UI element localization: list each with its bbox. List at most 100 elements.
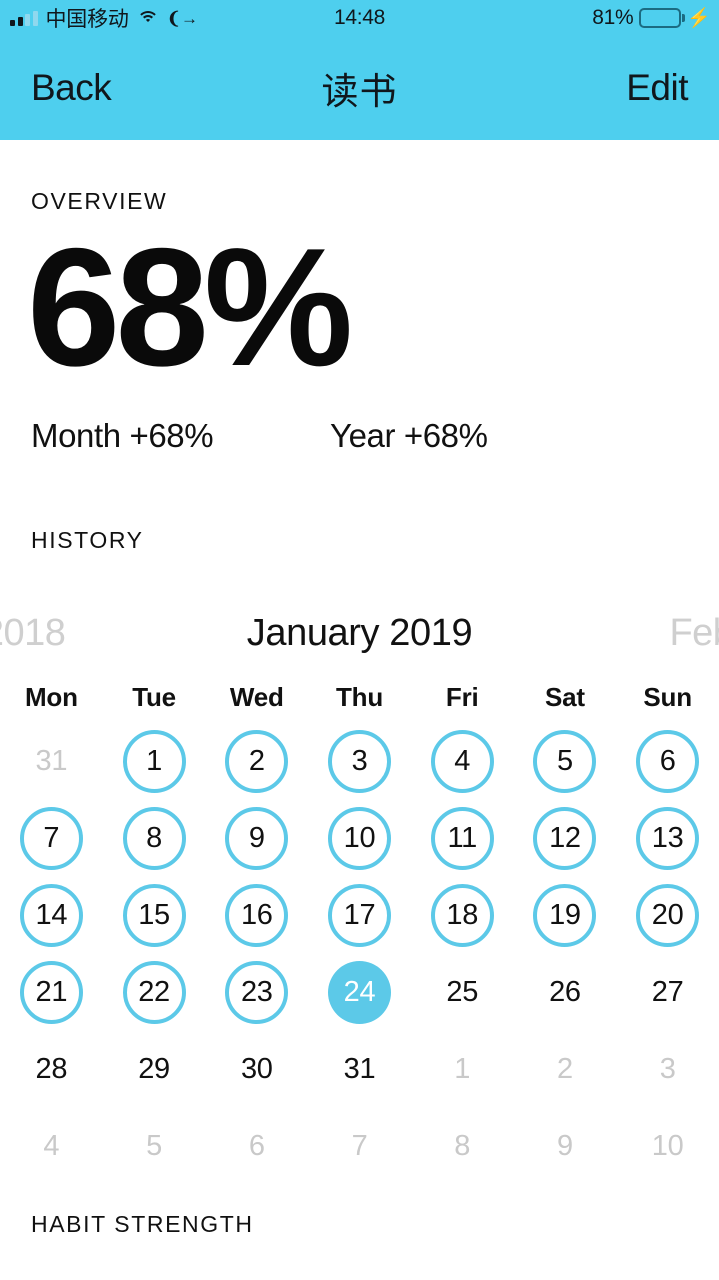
calendar-cell[interactable]: 28 xyxy=(0,1031,103,1108)
calendar-cell[interactable]: 31 xyxy=(0,723,103,800)
calendar-cell[interactable]: 16 xyxy=(205,877,308,954)
calendar-day[interactable]: 3 xyxy=(636,1038,699,1101)
calendar-day[interactable]: 7 xyxy=(19,807,83,870)
page-title: 读书 xyxy=(321,71,398,112)
calendar-day[interactable]: 1 xyxy=(431,1038,494,1101)
calendar-day[interactable]: 18 xyxy=(430,884,494,947)
habit-strength-section: HABIT STRENGTH xyxy=(0,1211,719,1238)
calendar-cell[interactable]: 10 xyxy=(308,800,411,877)
calendar-day[interactable]: 31 xyxy=(328,1038,391,1101)
calendar-cell[interactable]: 2 xyxy=(514,1031,617,1108)
calendar-cell[interactable]: 6 xyxy=(205,1108,308,1185)
calendar-day[interactable]: 30 xyxy=(225,1038,288,1101)
calendar-cell[interactable]: 9 xyxy=(205,800,308,877)
calendar-cell[interactable]: 10 xyxy=(616,1108,719,1185)
calendar-cell[interactable]: 11 xyxy=(411,800,514,877)
calendar-day[interactable]: 4 xyxy=(430,730,494,793)
calendar-day[interactable]: 10 xyxy=(636,1115,699,1178)
calendar-cell[interactable]: 4 xyxy=(411,723,514,800)
calendar-day[interactable]: 6 xyxy=(636,730,700,793)
calendar-cell[interactable]: 25 xyxy=(411,954,514,1031)
calendar-cell[interactable]: 31 xyxy=(308,1031,411,1108)
calendar-day[interactable]: 8 xyxy=(122,807,186,870)
calendar-day[interactable]: 8 xyxy=(431,1115,494,1178)
calendar-cell[interactable]: 30 xyxy=(205,1031,308,1108)
calendar-cell[interactable]: 13 xyxy=(616,800,719,877)
calendar-day[interactable]: 1 xyxy=(122,730,186,793)
previous-month-label[interactable]: er 2018 xyxy=(0,612,66,655)
calendar-day[interactable]: 22 xyxy=(122,961,186,1024)
calendar-cell[interactable]: 17 xyxy=(308,877,411,954)
scroll-content[interactable]: OVERVIEW 68% Month +68% Year +68% HISTOR… xyxy=(0,140,719,1280)
calendar-cell[interactable]: 23 xyxy=(205,954,308,1031)
calendar-day[interactable]: 3 xyxy=(327,730,391,793)
calendar-day[interactable]: 12 xyxy=(533,807,597,870)
month-carousel[interactable]: er 2018 January 2019 Februar xyxy=(0,602,719,664)
calendar-cell[interactable]: 24 xyxy=(308,954,411,1031)
calendar-cell[interactable]: 14 xyxy=(0,877,103,954)
calendar-day[interactable]: 21 xyxy=(19,961,83,1024)
calendar-day-selected[interactable]: 24 xyxy=(327,961,391,1024)
calendar-cell[interactable]: 5 xyxy=(514,723,617,800)
calendar-cell[interactable]: 3 xyxy=(308,723,411,800)
calendar-day[interactable]: 15 xyxy=(122,884,186,947)
calendar-day[interactable]: 25 xyxy=(431,961,494,1024)
calendar-cell[interactable]: 19 xyxy=(514,877,617,954)
edit-button[interactable]: Edit xyxy=(626,67,688,109)
calendar-grid[interactable]: 31 1 2 3 4 5 6 7 8 9 10 11 12 13 14 15 16 17 18 19 20 21 22 23 2… xyxy=(0,723,719,1185)
calendar-cell[interactable]: 18 xyxy=(411,877,514,954)
calendar-day[interactable]: 20 xyxy=(636,884,700,947)
year-stat: Year +68% xyxy=(330,417,488,454)
calendar-cell[interactable]: 29 xyxy=(103,1031,206,1108)
calendar-cell[interactable]: 15 xyxy=(103,877,206,954)
calendar-day[interactable]: 2 xyxy=(225,730,289,793)
calendar-cell[interactable]: 7 xyxy=(308,1108,411,1185)
calendar-cell[interactable]: 8 xyxy=(103,800,206,877)
calendar-cell[interactable]: 3 xyxy=(616,1031,719,1108)
calendar-cell[interactable]: 9 xyxy=(514,1108,617,1185)
calendar-cell[interactable]: 6 xyxy=(616,723,719,800)
calendar-cell[interactable]: 21 xyxy=(0,954,103,1031)
next-month-label[interactable]: Februar xyxy=(669,612,719,655)
history-section-label: HISTORY xyxy=(31,527,144,553)
calendar-day[interactable]: 31 xyxy=(20,730,83,793)
calendar-day[interactable]: 28 xyxy=(20,1038,83,1101)
calendar-day[interactable]: 10 xyxy=(327,807,391,870)
calendar-day[interactable]: 19 xyxy=(533,884,597,947)
calendar-cell[interactable]: 5 xyxy=(103,1108,206,1185)
calendar-cell[interactable]: 8 xyxy=(411,1108,514,1185)
back-button[interactable]: Back xyxy=(31,67,112,109)
calendar-cell[interactable]: 26 xyxy=(514,954,617,1031)
calendar-day[interactable]: 23 xyxy=(225,961,289,1024)
calendar-cell[interactable]: 1 xyxy=(411,1031,514,1108)
calendar-day[interactable]: 4 xyxy=(20,1115,83,1178)
calendar-day[interactable]: 5 xyxy=(123,1115,186,1178)
calendar-cell[interactable]: 27 xyxy=(616,954,719,1031)
calendar-day[interactable]: 7 xyxy=(328,1115,391,1178)
calendar-day[interactable]: 17 xyxy=(327,884,391,947)
weekday-header-row: Mon Tue Wed Thu Fri Sat Sun xyxy=(0,682,719,713)
overview-percent-value: 68% xyxy=(27,213,353,401)
calendar-day[interactable]: 11 xyxy=(430,807,494,870)
calendar-day[interactable]: 9 xyxy=(225,807,289,870)
weekday-label: Fri xyxy=(445,682,479,712)
calendar-day[interactable]: 27 xyxy=(636,961,699,1024)
calendar-cell[interactable]: 4 xyxy=(0,1108,103,1185)
calendar-day[interactable]: 5 xyxy=(533,730,597,793)
calendar-day[interactable]: 14 xyxy=(19,884,83,947)
calendar-cell[interactable]: 7 xyxy=(0,800,103,877)
calendar-cell[interactable]: 20 xyxy=(616,877,719,954)
calendar-day[interactable]: 6 xyxy=(225,1115,288,1178)
calendar-cell[interactable]: 12 xyxy=(514,800,617,877)
calendar-cell[interactable]: 22 xyxy=(103,954,206,1031)
calendar-day[interactable]: 16 xyxy=(225,884,289,947)
calendar-cell[interactable]: 2 xyxy=(205,723,308,800)
navigation-bar: Back 读书 Edit xyxy=(0,36,719,140)
calendar-cell[interactable]: 1 xyxy=(103,723,206,800)
calendar-day[interactable]: 29 xyxy=(123,1038,186,1101)
calendar-day[interactable]: 26 xyxy=(533,961,596,1024)
calendar-day[interactable]: 13 xyxy=(636,807,700,870)
battery-icon xyxy=(639,8,686,28)
calendar-day[interactable]: 9 xyxy=(533,1115,596,1178)
calendar-day[interactable]: 2 xyxy=(533,1038,596,1101)
